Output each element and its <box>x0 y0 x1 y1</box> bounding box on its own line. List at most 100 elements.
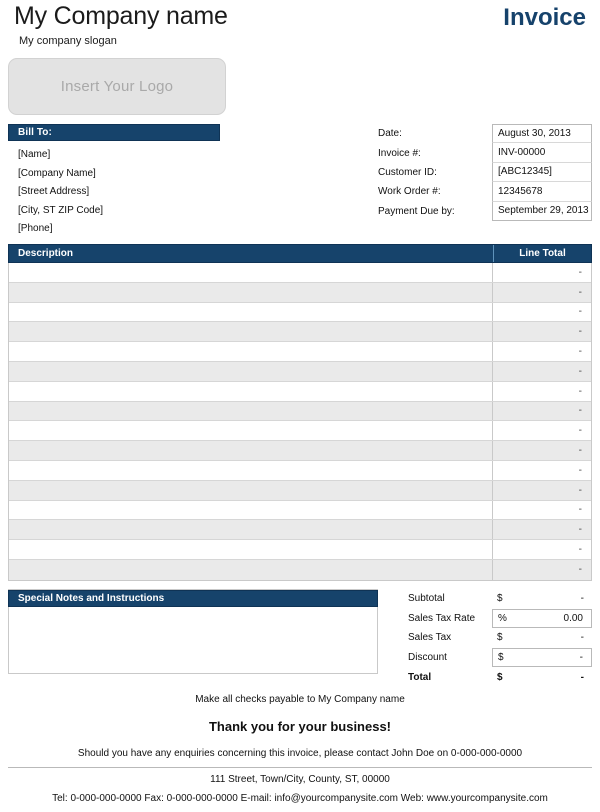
totals-value: $ - <box>492 589 592 609</box>
totals-amount: - <box>580 671 584 683</box>
bill-to-header: Bill To: <box>8 124 220 141</box>
totals-value: $ - <box>492 628 592 648</box>
meta-label: Payment Due by: <box>378 205 455 217</box>
logo-placeholder-label: Insert Your Logo <box>60 78 174 95</box>
bill-to-line[interactable]: [Name] <box>18 146 233 165</box>
table-row: - <box>9 520 591 541</box>
totals-amount: - <box>580 593 584 605</box>
line-item-total: - <box>578 365 582 377</box>
currency-symbol: $ <box>497 632 503 644</box>
meta-row: Date: August 30, 2013 <box>378 124 592 144</box>
line-item-description-input[interactable] <box>9 361 493 381</box>
company-name: My Company name <box>14 2 228 30</box>
footer-contact: Tel: 0-000-000-0000 Fax: 0-000-000-0000 … <box>52 793 548 804</box>
line-item-description-input[interactable] <box>9 302 493 322</box>
table-row: - <box>9 500 591 521</box>
line-item-total: - <box>578 385 582 397</box>
totals-label: Total <box>408 671 432 683</box>
line-item-description-input[interactable] <box>9 540 493 559</box>
line-item-description-input[interactable] <box>9 401 493 421</box>
line-item-description-input[interactable] <box>9 480 493 500</box>
currency-symbol: % <box>498 612 507 624</box>
totals-label: Sales Tax <box>408 632 452 644</box>
totals-label: Subtotal <box>408 593 445 605</box>
logo-placeholder-box[interactable]: Insert Your Logo <box>8 58 226 115</box>
table-row: - <box>9 460 591 481</box>
invoice-meta-fields: Date: August 30, 2013 Invoice #: INV-00000 C… <box>378 124 592 221</box>
line-item-description-input[interactable] <box>9 441 493 460</box>
bill-to-line[interactable]: [Company Name] <box>18 165 233 184</box>
table-row: - <box>9 421 591 442</box>
totals-label: Sales Tax Rate <box>408 612 476 624</box>
bill-to-line[interactable]: [Street Address] <box>18 183 233 202</box>
table-row: - <box>9 381 591 402</box>
meta-row: Customer ID: [ABC12345] <box>378 162 592 183</box>
bill-to-fields: [Name] [Company Name] [Street Address] [Cit… <box>18 146 233 239</box>
line-items-table: Description Line Total - - - - - - - - - - - - - - - - <box>8 244 592 581</box>
table-row: - <box>9 322 591 343</box>
table-row: - <box>9 401 591 422</box>
table-row: - <box>9 559 591 580</box>
line-item-description-input[interactable] <box>9 421 493 441</box>
bill-to-line[interactable]: [City, ST ZIP Code] <box>18 202 233 221</box>
meta-row: Invoice #: INV-00000 <box>378 143 592 163</box>
table-row: - <box>9 263 591 283</box>
meta-value-field[interactable]: [ABC12345] <box>492 162 592 183</box>
line-item-description-input[interactable] <box>9 460 493 480</box>
line-item-description-input[interactable] <box>9 322 493 342</box>
line-item-description-input[interactable] <box>9 282 493 302</box>
totals-panel: Subtotal $ - Sales Tax Rate% 0.00 Sales Tax $ -… <box>408 589 592 687</box>
meta-row: Work Order #: 12345678 <box>378 182 592 202</box>
column-header-line-total: Line Total <box>519 248 566 259</box>
special-notes-heading: Special Notes and Instructions <box>18 593 165 604</box>
meta-value-field[interactable]: INV-00000 <box>492 143 592 163</box>
totals-value: $ - <box>492 667 592 687</box>
totals-label: Discount <box>408 652 447 664</box>
line-item-total: - <box>578 346 582 358</box>
invoice-page: My Company name My company slogan Invoic… <box>0 0 600 812</box>
line-item-description-input[interactable] <box>9 520 493 540</box>
meta-row: Payment Due by: September 29, 2013 <box>378 201 592 221</box>
thank-you-line: Thank you for your business! <box>208 719 392 734</box>
line-item-total: - <box>578 286 582 298</box>
line-item-total: - <box>578 266 582 278</box>
line-items-header-row: Description Line Total <box>8 244 592 263</box>
currency-symbol: $ <box>497 593 503 605</box>
meta-label: Date: <box>378 128 402 140</box>
line-item-description-input[interactable] <box>9 342 493 361</box>
table-row: - <box>9 342 591 362</box>
totals-amount: 0.00 <box>563 612 583 624</box>
line-item-total: - <box>578 425 582 437</box>
special-notes-header: Special Notes and Instructions <box>8 590 378 607</box>
enquiries-line: Should you have any enquiries concerning… <box>77 748 523 759</box>
totals-input-field[interactable]: $ - <box>492 647 592 668</box>
totals-row: Sales Tax $ - <box>408 628 592 648</box>
table-row: - <box>9 361 591 382</box>
bill-to-line[interactable]: [Phone] <box>18 220 233 239</box>
special-notes-input[interactable] <box>9 607 377 673</box>
line-item-description-input[interactable] <box>9 500 493 520</box>
line-item-description-input[interactable] <box>9 381 493 401</box>
line-item-description-input[interactable] <box>9 559 493 580</box>
currency-symbol: $ <box>498 652 504 664</box>
table-row: - <box>9 540 591 560</box>
line-item-total: - <box>578 405 582 417</box>
meta-label: Invoice #: <box>378 147 421 159</box>
payable-line: Make all checks payable to My Company na… <box>195 694 405 705</box>
line-item-description-input[interactable] <box>9 263 493 282</box>
meta-value-field[interactable]: August 30, 2013 <box>492 124 592 144</box>
line-item-total: - <box>578 464 582 476</box>
meta-value-field[interactable]: 12345678 <box>492 182 592 202</box>
meta-value-field[interactable]: September 29, 2013 <box>492 201 592 221</box>
line-item-total: - <box>578 504 582 516</box>
totals-amount: - <box>580 632 584 644</box>
line-item-total: - <box>578 484 582 496</box>
totals-row: Discount $ - <box>408 647 592 668</box>
totals-input-field[interactable]: % 0.00 <box>492 608 592 629</box>
meta-label: Customer ID: <box>378 166 437 178</box>
line-item-total: - <box>578 564 582 576</box>
line-item-total: - <box>578 445 582 457</box>
currency-symbol: $ <box>497 671 503 683</box>
line-item-total: - <box>578 306 582 318</box>
column-header-description: Description <box>9 245 494 262</box>
